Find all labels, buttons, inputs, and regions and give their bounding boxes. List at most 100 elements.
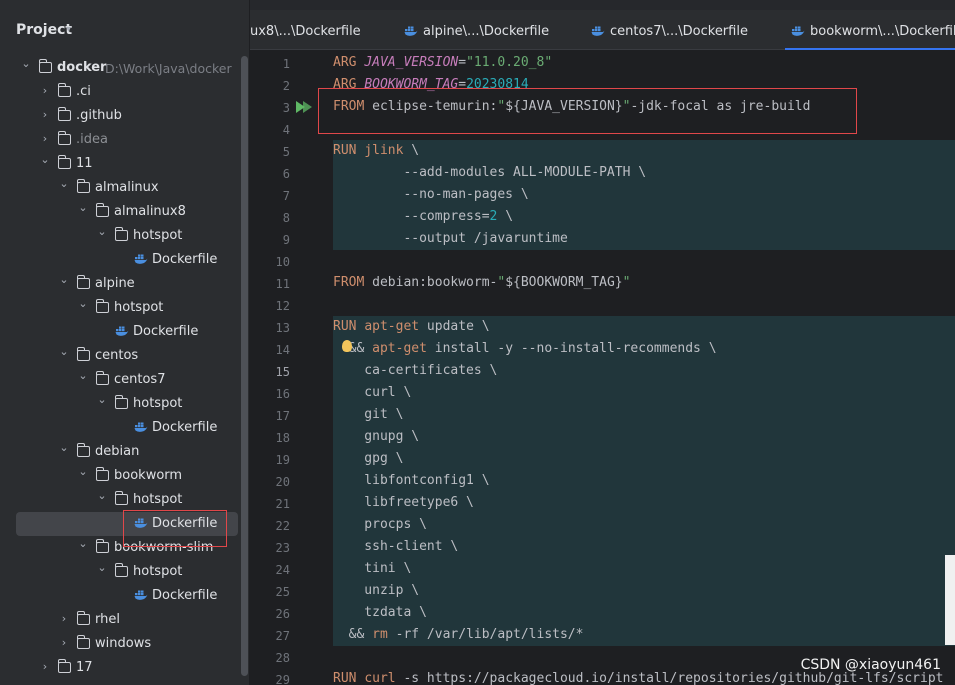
tree-folder-item[interactable]: ⌄ hotspot (0, 560, 240, 584)
tree-folder-item[interactable]: › 17 (0, 656, 240, 680)
tree-folder-item[interactable]: › .ci (0, 80, 240, 104)
code-line[interactable]: RUN curl -s https://packagecloud.io/inst… (333, 671, 944, 685)
code-token: apt-get (372, 341, 427, 356)
code-line[interactable]: ca-certificates \ (333, 363, 497, 385)
chevron-right-icon[interactable]: › (39, 108, 51, 121)
tree-folder-item[interactable]: ⌄ centos7 (0, 368, 240, 392)
chevron-down-icon[interactable]: ⌄ (77, 201, 89, 214)
code-line[interactable]: FROM debian:bookworm-"${BOOKWORM_TAG}" (333, 275, 630, 297)
tree-folder-item[interactable]: ⌄ hotspot (0, 392, 240, 416)
tree-file-item[interactable]: Dockerfile (0, 320, 240, 344)
code-line[interactable]: git \ (333, 407, 403, 429)
chevron-down-icon[interactable]: ⌄ (77, 537, 89, 550)
tab-label: bookworm\...\Dockerfile (810, 24, 955, 39)
code-line[interactable]: unzip \ (333, 583, 419, 605)
chevron-down-icon[interactable]: ▾ (66, 24, 71, 35)
chevron-down-icon[interactable]: ⌄ (96, 561, 108, 574)
line-number: 23 (275, 541, 290, 555)
tree-folder-item[interactable]: › .idea (0, 128, 240, 152)
tree-folder-item[interactable]: › .github (0, 104, 240, 128)
chevron-down-icon[interactable]: ⌄ (58, 441, 70, 454)
tree-folder-item[interactable]: ⌄ debian (0, 440, 240, 464)
code-token: curl (364, 671, 396, 685)
chevron-down-icon[interactable]: ⌄ (96, 393, 108, 406)
chevron-down-icon[interactable]: ⌄ (58, 345, 70, 358)
code-line[interactable]: && apt-get install -y --no-install-recom… (333, 341, 717, 363)
tree-folder-item[interactable]: › rhel (0, 608, 240, 632)
code-line[interactable]: procps \ (333, 517, 427, 539)
tree-file-item[interactable]: Dockerfile (0, 248, 240, 272)
code-line[interactable]: tzdata \ (333, 605, 427, 627)
chevron-down-icon[interactable]: ⌄ (77, 297, 89, 310)
tree-folder-item[interactable]: ⌄ centos (0, 344, 240, 368)
code-token: unzip \ (333, 583, 420, 598)
line-number-gutter: 1 2 3 4 5 6 7 8 9 10 11 12 13 14 15 16 17 18 19 20 21 22 23 24 2… (250, 51, 329, 685)
chevron-down-icon[interactable]: ⌄ (96, 225, 108, 238)
code-line[interactable]: RUN apt-get update \ (333, 319, 490, 341)
tree-folder-item[interactable]: ⌄ almalinux8 (0, 200, 240, 224)
code-editor[interactable]: ARG JAVA_VERSION="11.0.20_8" ARG BOOKWORM… (329, 51, 955, 685)
code-line[interactable]: && rm -rf /var/lib/apt/lists/* (333, 627, 584, 649)
chevron-down-icon[interactable]: ⌄ (77, 369, 89, 382)
line-number: 9 (282, 233, 290, 247)
chevron-right-icon[interactable]: › (58, 612, 70, 625)
code-line[interactable]: ssh-client \ (333, 539, 458, 561)
tree-folder-item[interactable]: ⌄ almalinux (0, 176, 240, 200)
code-line[interactable]: ARG JAVA_VERSION="11.0.20_8" (333, 55, 552, 77)
tree-folder-item[interactable]: ⌄ 11 (0, 152, 240, 176)
tree-item-label: windows (95, 636, 152, 651)
code-line[interactable]: gnupg \ (333, 429, 419, 451)
code-line[interactable]: --output /javaruntime (333, 231, 567, 253)
tree-folder-item[interactable]: ⌄ hotspot (0, 296, 240, 320)
project-scrollbar[interactable] (241, 56, 248, 676)
folder-icon (57, 131, 71, 145)
tree-folder-item[interactable]: ⌄ bookworm (0, 464, 240, 488)
tree-item-label: 11 (76, 156, 93, 171)
chevron-right-icon[interactable]: › (58, 636, 70, 649)
code-token: install -y --no-install-recommends \ (426, 341, 717, 356)
chevron-down-icon[interactable]: ⌄ (77, 465, 89, 478)
folder-icon (114, 491, 128, 505)
code-line[interactable]: tini \ (333, 561, 411, 583)
code-line[interactable]: --compress=2 \ (333, 209, 513, 231)
code-token: RUN (333, 319, 365, 334)
code-line[interactable]: libfreetype6 \ (333, 495, 474, 517)
code-token: gnupg \ (333, 429, 420, 444)
chevron-down-icon[interactable]: ⌄ (58, 177, 70, 190)
tree-folder-item[interactable]: ⌄ alpine (0, 272, 240, 296)
code-line[interactable]: libfontconfig1 \ (333, 473, 489, 495)
tree-folder-item[interactable]: › windows (0, 632, 240, 656)
chevron-right-icon[interactable]: › (39, 132, 51, 145)
tree-file-item[interactable]: Dockerfile (0, 416, 240, 440)
line-number: 12 (275, 299, 290, 313)
code-line[interactable]: curl \ (333, 385, 411, 407)
intention-bulb-icon[interactable] (342, 340, 352, 352)
code-line[interactable]: RUN jlink \ (333, 143, 419, 165)
line-number: 28 (275, 651, 290, 665)
line-number: 29 (275, 673, 290, 685)
tree-folder-item[interactable]: ⌄ hotspot (0, 488, 240, 512)
chevron-down-icon[interactable]: ⌄ (39, 153, 51, 166)
chevron-right-icon[interactable]: › (39, 660, 51, 673)
folder-icon (114, 563, 128, 577)
tree-file-item[interactable]: Dockerfile (0, 584, 240, 608)
code-line[interactable]: --add-modules ALL-MODULE-PATH \ (333, 165, 646, 187)
chevron-down-icon[interactable]: ⌄ (96, 489, 108, 502)
chevron-down-icon[interactable]: ⌄ (20, 57, 32, 70)
highlight-box-from-line (318, 88, 857, 134)
folder-icon (38, 59, 52, 73)
tree-folder-item[interactable]: ⌄ docker D:\Work\Java\docker (0, 56, 240, 80)
project-header[interactable]: Project ▾ (0, 0, 250, 52)
chevron-right-icon[interactable]: › (39, 84, 51, 97)
tree-item-label: bookworm (114, 468, 183, 483)
docker-icon (134, 421, 148, 433)
docker-icon (791, 25, 805, 37)
chevron-down-icon[interactable]: ⌄ (58, 273, 70, 286)
project-title[interactable]: Project (16, 22, 72, 38)
code-line[interactable]: --no-man-pages \ (333, 187, 528, 209)
folder-icon (95, 203, 109, 217)
tree-folder-item[interactable]: ⌄ hotspot (0, 224, 240, 248)
code-line[interactable]: gpg \ (333, 451, 403, 473)
run-icon[interactable] (303, 101, 312, 113)
code-token: ${BOOKWORM_TAG} (505, 275, 623, 290)
